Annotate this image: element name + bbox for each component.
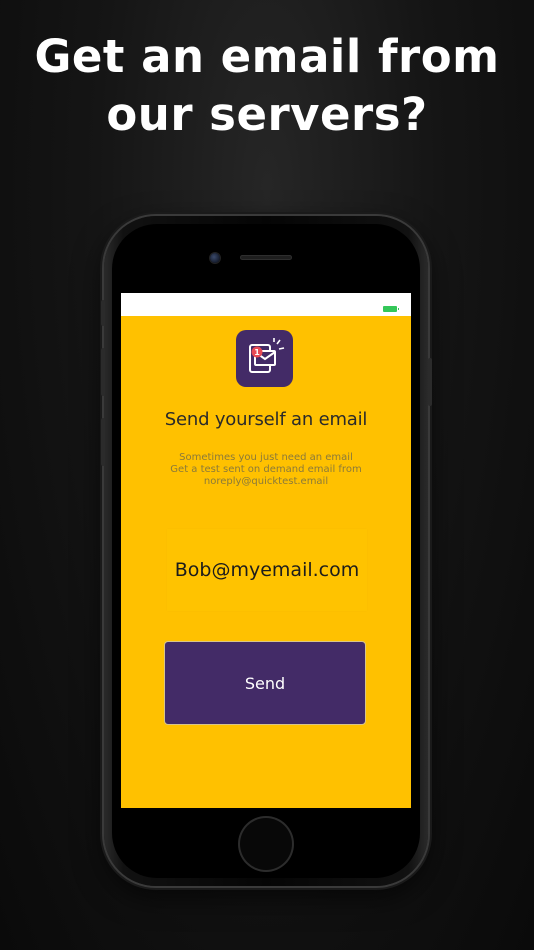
notification-badge-count: 1 <box>254 348 260 357</box>
send-button[interactable]: Send <box>164 641 366 725</box>
description-line-3: noreply@quicktest.email <box>203 476 329 487</box>
headline-line-2: our servers? <box>106 88 428 141</box>
app-screen: 1 Send yourself an email Sometimes you j… <box>121 293 411 808</box>
mail-notification-icon: 1 <box>236 330 293 387</box>
battery-icon <box>383 306 399 312</box>
marketing-headline: Get an email from our servers? <box>0 28 534 144</box>
email-field-container <box>167 529 367 611</box>
phone-volume-up-button <box>101 348 105 396</box>
mail-notification-icon-graphic: 1 <box>249 338 285 373</box>
screen-description: Sometimes you just need an email Get a t… <box>121 452 411 488</box>
home-button[interactable] <box>240 818 292 870</box>
phone-power-button <box>428 358 432 406</box>
status-bar <box>121 293 411 316</box>
description-line-2: Get a test sent on demand email from <box>170 464 362 475</box>
front-camera <box>210 253 220 263</box>
phone-silent-switch <box>101 300 105 326</box>
description-line-1: Sometimes you just need an email <box>179 452 353 463</box>
earpiece-speaker <box>240 255 292 260</box>
screen-title: Send yourself an email <box>164 409 368 430</box>
phone-volume-down-button <box>101 418 105 466</box>
email-input[interactable] <box>167 529 367 611</box>
headline-line-1: Get an email from <box>34 30 500 83</box>
